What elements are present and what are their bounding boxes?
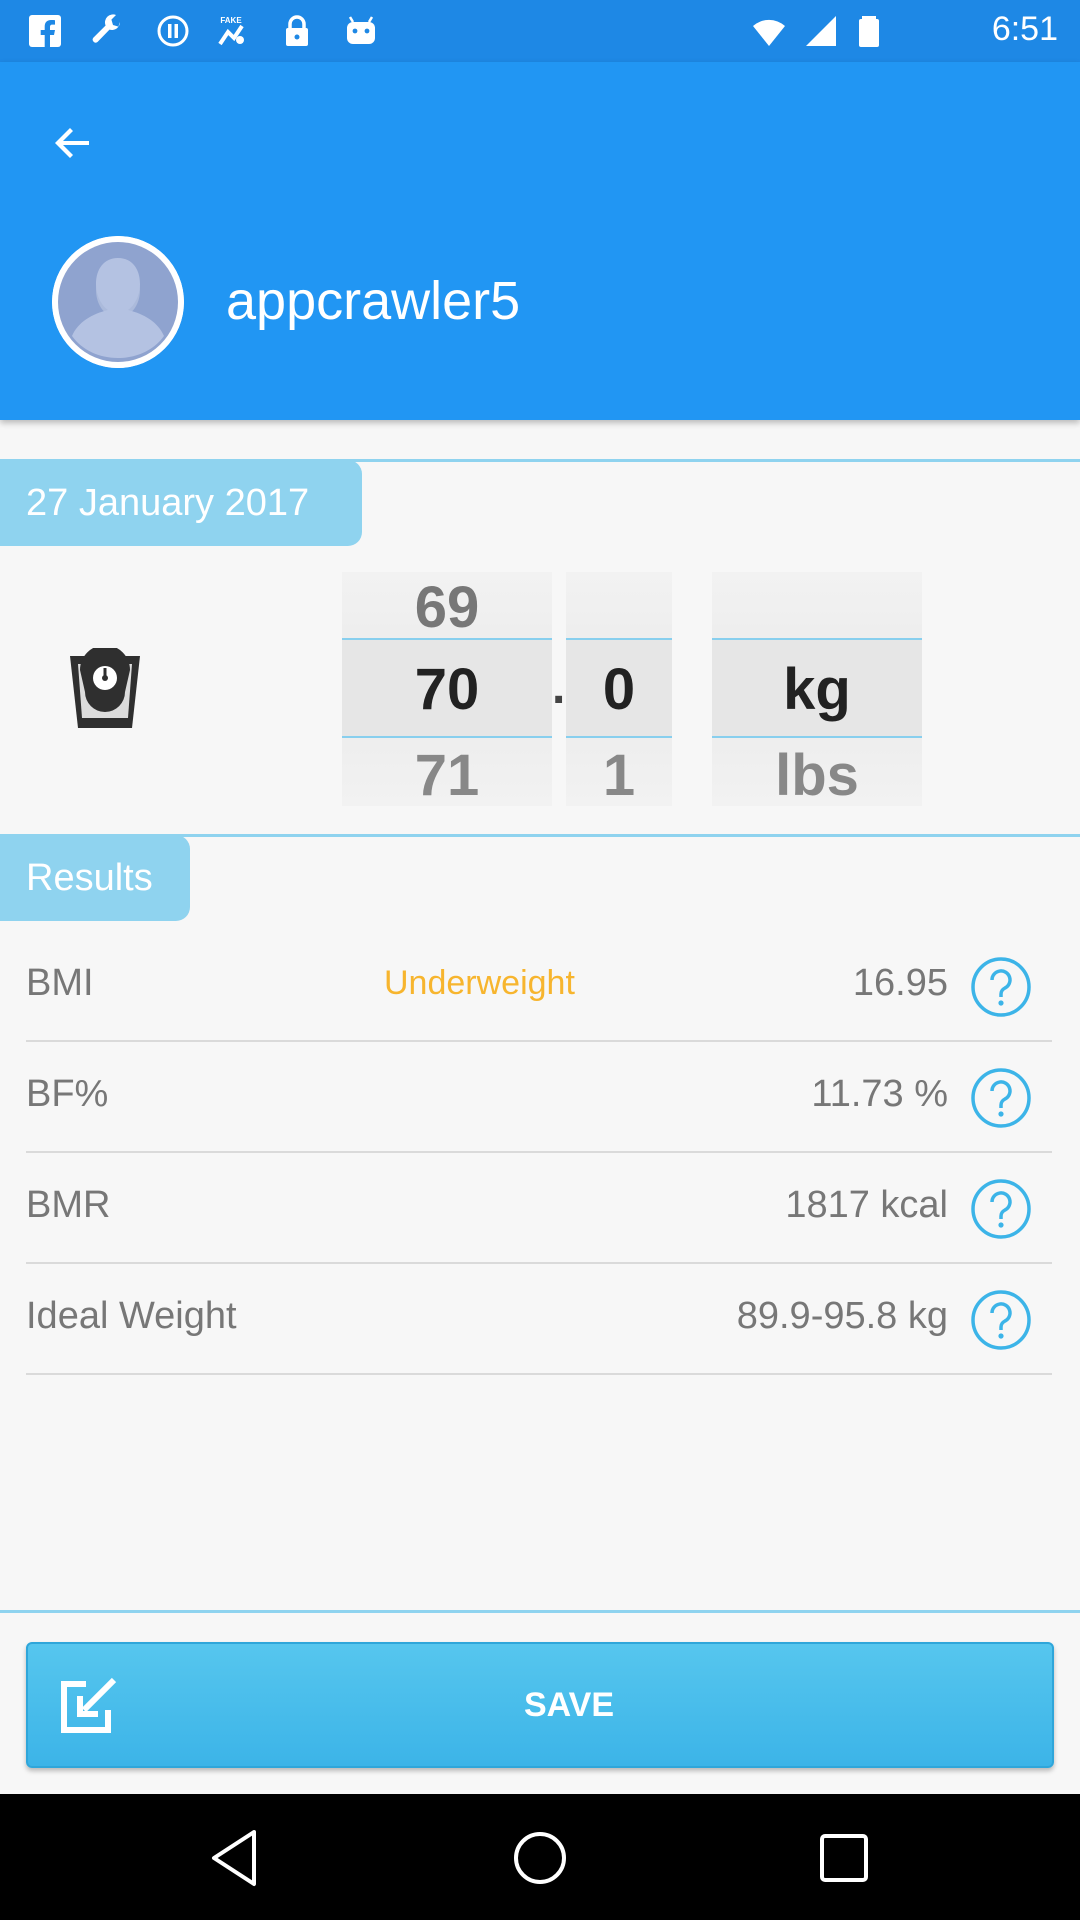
results-tab: Results xyxy=(0,835,190,921)
help-icon[interactable] xyxy=(970,1289,1032,1351)
row-value: 16.95 xyxy=(852,962,948,1004)
results-title: Results xyxy=(26,856,153,899)
row-label: Ideal Weight xyxy=(26,1295,237,1337)
arrow-back-icon xyxy=(55,128,89,158)
picker-next-value[interactable]: 1 xyxy=(566,742,672,806)
svg-text:FAKE: FAKE xyxy=(220,16,242,25)
weight-unit-picker[interactable]: kg lbs xyxy=(712,572,922,806)
picker-current-value[interactable]: 0 xyxy=(566,656,672,723)
result-row-bmi: BMI Underweight 16.95 xyxy=(26,932,1052,1042)
status-bar: FAKE 6:51 xyxy=(0,0,1080,62)
result-row-bf: BF% 11.73 % xyxy=(26,1043,1052,1153)
username-label: appcrawler5 xyxy=(226,271,521,331)
result-row-ideal-weight: Ideal Weight 89.9-95.8 kg xyxy=(26,1265,1052,1375)
row-value: 1817 kcal xyxy=(785,1184,948,1226)
nav-home-icon[interactable] xyxy=(504,1822,576,1894)
bmi-status-label: Underweight xyxy=(384,964,575,1002)
picker-next-value[interactable]: lbs xyxy=(712,742,922,806)
system-nav-bar xyxy=(0,1794,1080,1920)
date-label: 27 January 2017 xyxy=(26,481,310,524)
wrench-icon xyxy=(92,14,120,43)
facebook-icon xyxy=(29,15,61,48)
save-divider xyxy=(0,1610,1080,1613)
row-label: BMI xyxy=(26,962,94,1004)
signal-icon xyxy=(806,16,836,46)
nav-recents-icon[interactable] xyxy=(808,1822,880,1894)
status-time: 6:51 xyxy=(991,10,1058,48)
picker-current-value[interactable]: kg xyxy=(712,656,922,723)
fake-gps-icon: FAKE xyxy=(218,16,244,46)
help-icon[interactable] xyxy=(970,956,1032,1018)
scale-icon xyxy=(70,648,140,728)
row-label: BMR xyxy=(26,1184,111,1226)
save-label: SAVE xyxy=(523,1686,615,1724)
picker-next-value[interactable]: 71 xyxy=(342,742,552,806)
help-icon[interactable] xyxy=(970,1067,1032,1129)
android-icon xyxy=(347,16,375,44)
picker-prev-value[interactable]: 69 xyxy=(342,574,552,641)
result-row-bmr: BMR 1817 kcal xyxy=(26,1154,1052,1264)
battery-icon xyxy=(859,16,879,47)
profile-header: appcrawler5 xyxy=(0,62,1080,420)
row-value: 89.9-95.8 kg xyxy=(736,1295,948,1337)
avatar[interactable] xyxy=(52,236,184,368)
row-value: 11.73 % xyxy=(811,1073,948,1115)
media-pause-icon xyxy=(157,15,189,47)
date-tab[interactable]: 27 January 2017 xyxy=(0,460,362,546)
row-label: BF% xyxy=(26,1073,109,1115)
help-icon[interactable] xyxy=(970,1178,1032,1240)
decimal-separator: . xyxy=(552,661,566,714)
back-button[interactable] xyxy=(40,110,106,176)
weight-integer-picker[interactable]: 69 70 71 xyxy=(342,572,552,806)
picker-current-value[interactable]: 70 xyxy=(342,656,552,723)
wifi-icon xyxy=(753,19,785,46)
nav-back-icon[interactable] xyxy=(200,1822,272,1894)
weight-decimal-picker[interactable]: 0 1 xyxy=(566,572,672,806)
lock-icon xyxy=(286,15,308,46)
save-button[interactable]: SAVE xyxy=(26,1642,1054,1768)
user-silhouette-icon xyxy=(52,236,184,368)
